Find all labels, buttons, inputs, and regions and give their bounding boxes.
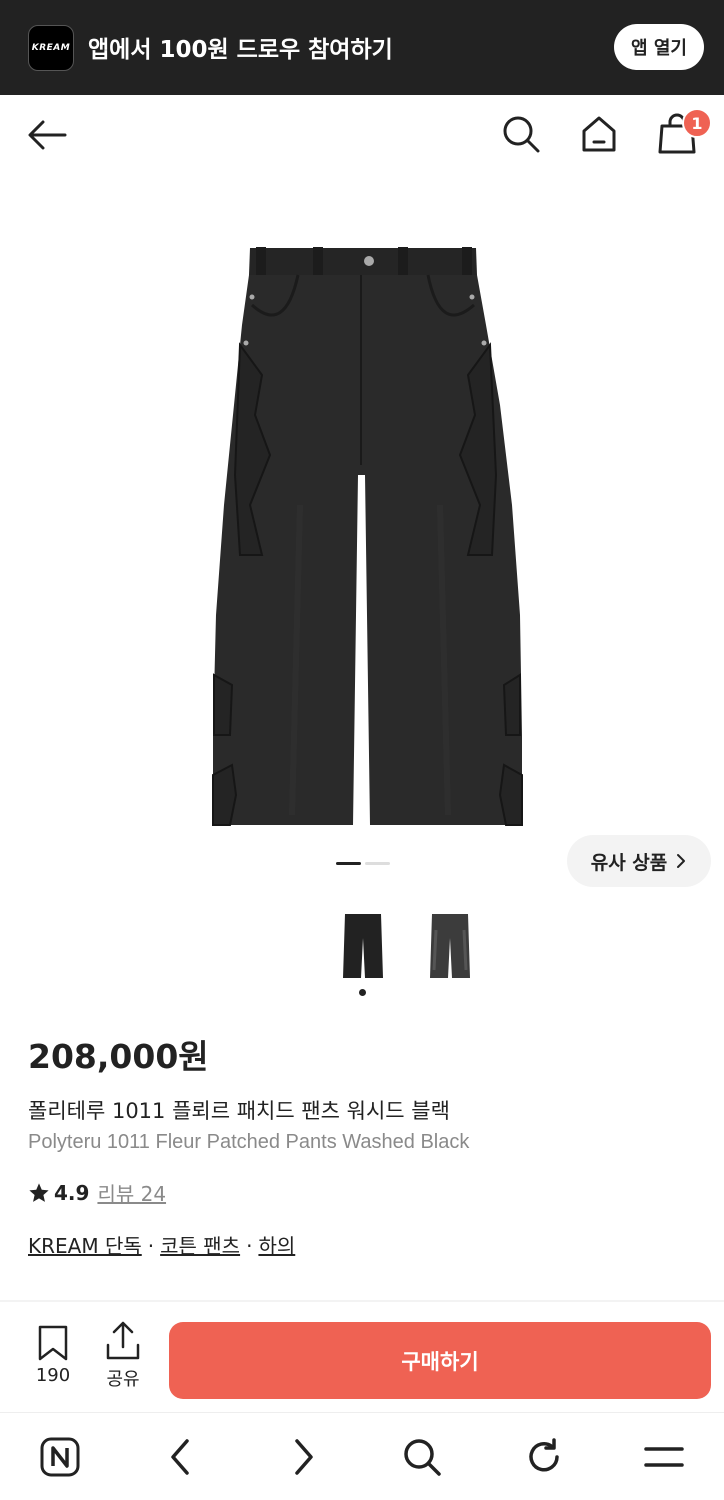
buy-button[interactable]: 구매하기	[169, 1322, 711, 1399]
image-pager	[336, 862, 390, 866]
tag-separator: ·	[246, 1234, 253, 1258]
open-app-button[interactable]: 앱 열기	[614, 24, 704, 70]
tag-bottoms[interactable]: 하의	[258, 1234, 295, 1258]
bookmark-icon	[38, 1325, 68, 1361]
app-install-banner: KREAM 앱에서 100원 드로우 참여하기 앱 열기	[0, 0, 724, 95]
menu-icon[interactable]	[642, 1435, 686, 1479]
product-image[interactable]	[0, 175, 724, 895]
back-chevron-icon[interactable]	[158, 1435, 202, 1479]
bookmark-count: 190	[35, 1365, 71, 1386]
thumbnail-black-pants[interactable]	[341, 910, 385, 982]
share-icon	[106, 1321, 140, 1360]
back-arrow-icon[interactable]	[22, 113, 72, 157]
category-tags: KREAM 단독 · 코튼 팬츠 · 하의	[28, 1230, 295, 1259]
search-icon[interactable]	[498, 111, 544, 157]
naver-n-icon[interactable]	[38, 1435, 82, 1479]
top-header	[0, 95, 724, 175]
banner-text: 앱에서 100원 드로우 참여하기	[88, 37, 393, 63]
cart-count-badge: 1	[682, 108, 712, 138]
rating-row: 4.9 리뷰 24	[28, 1178, 166, 1207]
thumbnail-strip	[0, 905, 724, 1000]
bookmark-button[interactable]: 190	[26, 1325, 80, 1395]
bottom-action-bar: 190 공유 구매하기	[0, 1305, 724, 1413]
refresh-icon[interactable]	[522, 1435, 566, 1479]
kream-logo: KREAM	[28, 25, 74, 71]
similar-products-button[interactable]: 유사 상품	[567, 835, 711, 887]
pager-dot	[365, 862, 390, 865]
rating-value: 4.9	[54, 1180, 90, 1205]
thumbnail-washed-black-pants[interactable]	[428, 910, 472, 982]
forward-chevron-icon[interactable]	[282, 1435, 326, 1479]
product-name-korean: 폴리테루 1011 플뢰르 패치드 팬츠 워시드 블랙	[28, 1099, 450, 1123]
tag-kream-exclusive[interactable]: KREAM 단독	[28, 1234, 142, 1258]
share-label: 공유	[106, 1369, 140, 1390]
section-divider	[0, 1300, 724, 1302]
tag-cotton-pants[interactable]: 코튼 팬츠	[160, 1234, 240, 1258]
tag-separator: ·	[147, 1234, 155, 1258]
browser-navigation-bar	[0, 1413, 724, 1500]
star-icon	[29, 1182, 49, 1202]
pants-illustration	[212, 247, 523, 826]
similar-products-label: 유사 상품	[590, 851, 668, 874]
pager-dot-active	[336, 862, 361, 865]
review-link[interactable]: 리뷰 24	[97, 1178, 166, 1207]
product-name-english: Polyteru 1011 Fleur Patched Pants Washed…	[28, 1131, 470, 1153]
home-icon[interactable]	[576, 111, 622, 157]
thumbnail-selected-dot	[359, 989, 366, 996]
search-icon[interactable]	[400, 1435, 444, 1479]
chevron-right-icon	[677, 854, 686, 868]
product-price: 208,000원	[28, 1037, 209, 1076]
share-button[interactable]: 공유	[96, 1321, 150, 1395]
